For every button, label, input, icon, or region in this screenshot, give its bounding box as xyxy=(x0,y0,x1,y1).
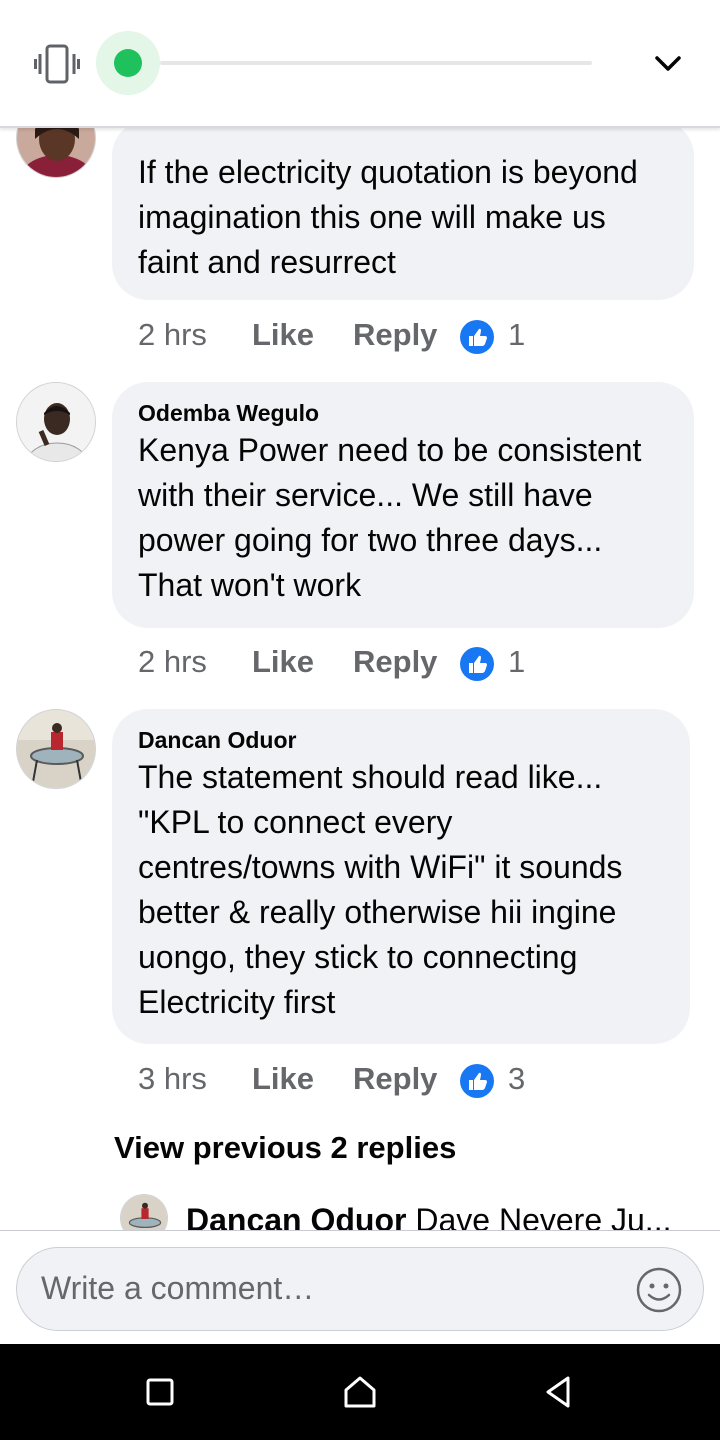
comment-composer: Write a comment… xyxy=(0,1230,720,1344)
comment-text: with their service... We still have xyxy=(138,477,593,513)
like-button[interactable]: Like xyxy=(252,1057,314,1101)
comment-text: power going for two three days... xyxy=(138,522,603,558)
comment-text: imagination this one will make us xyxy=(138,199,606,235)
comment-text: uongo, they stick to connecting xyxy=(138,939,578,975)
like-button[interactable]: Like xyxy=(252,313,314,357)
top-bar xyxy=(0,0,720,128)
recent-apps-icon[interactable] xyxy=(140,1372,180,1412)
reaction-count[interactable]: 3 xyxy=(508,1057,525,1101)
comment-bubble: Odemba Wegulo Kenya Power need to be con… xyxy=(112,382,694,628)
reply-author[interactable]: Dancan Oduor xyxy=(186,1202,406,1230)
avatar[interactable] xyxy=(16,709,96,789)
chevron-down-icon[interactable] xyxy=(652,50,684,78)
emoji-icon[interactable] xyxy=(635,1266,683,1314)
avatar[interactable] xyxy=(120,1194,168,1230)
thumbs-up-icon[interactable] xyxy=(460,320,494,354)
comment-text: That won't work xyxy=(138,567,362,603)
comment-bubble: Dancan Oduor The statement should read l… xyxy=(112,709,690,1044)
reaction-count[interactable]: 1 xyxy=(508,313,525,357)
comment-author[interactable]: Dancan Oduor xyxy=(138,709,664,755)
comment-input[interactable]: Write a comment… xyxy=(16,1247,704,1331)
back-icon[interactable] xyxy=(538,1372,578,1412)
comment-author[interactable]: Odemba Wegulo xyxy=(138,382,668,428)
home-icon[interactable] xyxy=(340,1372,380,1412)
comment-bubble: If the electricity quotation is beyond i… xyxy=(112,120,694,300)
reply-preview-text: Dancan Oduor Dave Nevere Ju... xyxy=(186,1198,676,1230)
avatar[interactable] xyxy=(16,382,96,462)
comment-time[interactable]: 3 hrs xyxy=(138,1057,207,1101)
reaction-count[interactable]: 1 xyxy=(508,640,525,684)
reply-snippet: Dave Nevere Ju... xyxy=(415,1202,672,1230)
like-button[interactable]: Like xyxy=(252,640,314,684)
comment-text: If the electricity quotation is beyond xyxy=(138,154,638,190)
comment-text: centres/towns with WiFi" it sounds xyxy=(138,849,623,885)
comment-time[interactable]: 2 hrs xyxy=(138,313,207,357)
system-navigation-bar xyxy=(0,1344,720,1440)
reply-button[interactable]: Reply xyxy=(353,1057,437,1101)
comment-text: Kenya Power need to be consistent xyxy=(138,432,642,468)
thumbs-up-icon[interactable] xyxy=(460,1064,494,1098)
reply-button[interactable]: Reply xyxy=(353,313,437,357)
recording-track xyxy=(160,61,592,65)
comment-time[interactable]: 2 hrs xyxy=(138,640,207,684)
view-previous-replies-link[interactable]: View previous 2 replies xyxy=(114,1127,456,1169)
thumbs-up-icon[interactable] xyxy=(460,647,494,681)
recording-dot xyxy=(114,49,142,77)
reply-button[interactable]: Reply xyxy=(353,640,437,684)
comment-text: "KPL to connect every xyxy=(138,804,453,840)
vibrate-icon[interactable] xyxy=(34,44,80,84)
reply-preview[interactable]: Dancan Oduor Dave Nevere Ju... xyxy=(0,1192,720,1230)
comment-text: Electricity first xyxy=(138,984,336,1020)
comment-text: faint and resurrect xyxy=(138,244,396,280)
comment-text: better & really otherwise hii ingine xyxy=(138,894,617,930)
comment-text: The statement should read like... xyxy=(138,759,603,795)
comment-placeholder: Write a comment… xyxy=(41,1270,315,1306)
